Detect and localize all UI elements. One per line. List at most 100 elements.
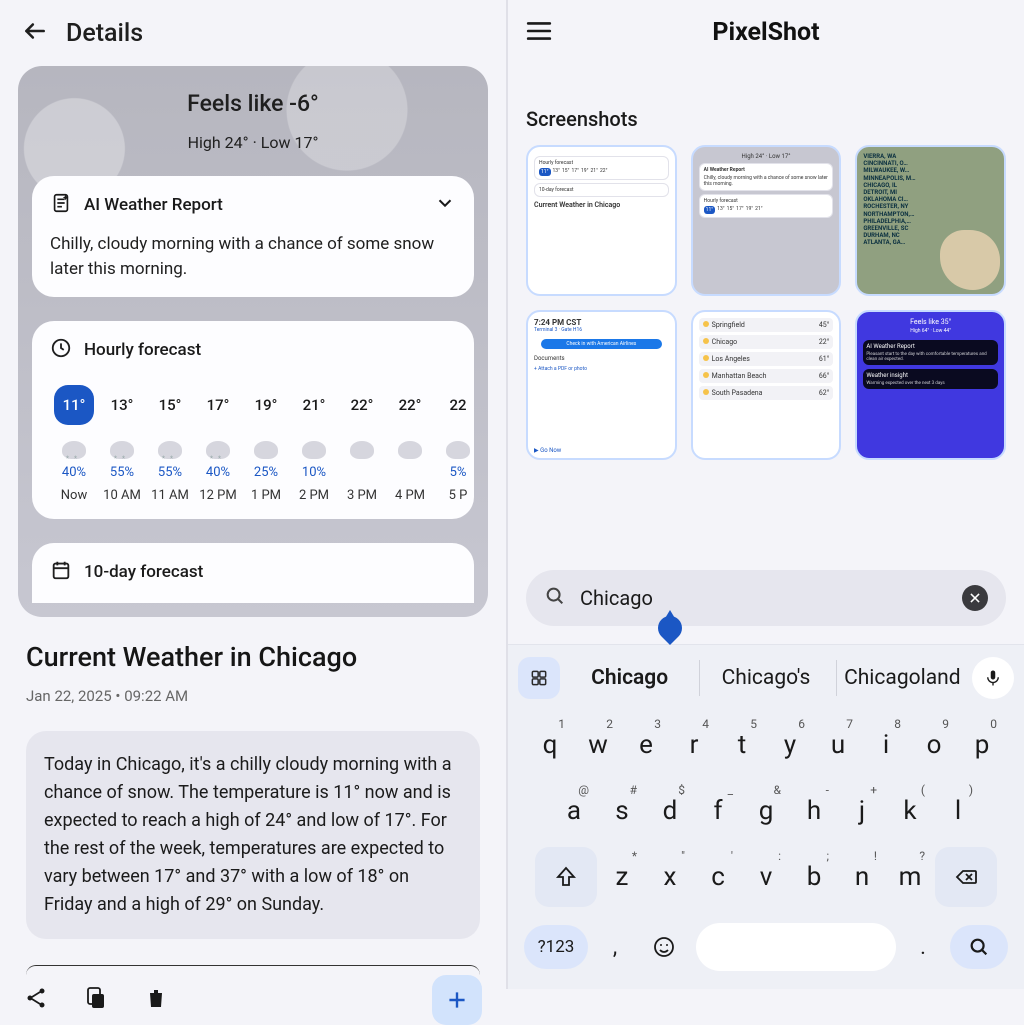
key-j[interactable]: +j <box>839 781 885 841</box>
screenshot-thumb[interactable]: Hourly forecast 11° 13°15°17°19°21°22° 1… <box>526 145 677 296</box>
menu-icon[interactable] <box>526 21 552 45</box>
key-h[interactable]: -h <box>791 781 837 841</box>
text-handle-icon[interactable] <box>658 614 682 638</box>
emoji-key[interactable] <box>642 917 686 977</box>
space-key[interactable] <box>696 923 896 971</box>
clear-button[interactable] <box>962 585 988 611</box>
hour-temp: 11° <box>54 385 94 425</box>
key-f[interactable]: _f <box>695 781 741 841</box>
keyboard: Chicago Chicago's Chicagoland 1q2w3e4r5t… <box>508 644 1024 989</box>
hour-col[interactable]: 15° 55% 11 AM <box>146 385 194 503</box>
weather-hero: Feels like -6° High 24° · Low 17° AI Wea… <box>18 66 488 617</box>
hour-precip <box>338 465 386 480</box>
clipboard-icon[interactable] <box>518 657 560 699</box>
ai-weather-card[interactable]: AI Weather Report Chilly, cloudy morning… <box>32 176 474 297</box>
hour-precip: 40% <box>194 465 242 480</box>
key-x[interactable]: "x <box>647 847 693 907</box>
comma-key[interactable]: , <box>598 917 632 977</box>
sparkle-doc-icon <box>50 192 72 218</box>
hour-temp: 19° <box>246 385 286 425</box>
key-k[interactable]: (k <box>887 781 933 841</box>
ai-card-title: AI Weather Report <box>84 195 223 215</box>
trash-icon[interactable] <box>144 986 168 1014</box>
key-i[interactable]: 8i <box>863 715 909 775</box>
key-g[interactable]: &g <box>743 781 789 841</box>
hour-precip: 40% <box>50 465 98 480</box>
chevron-down-icon[interactable] <box>434 192 456 218</box>
key-q[interactable]: 1q <box>527 715 573 775</box>
key-v[interactable]: :v <box>743 847 789 907</box>
cloud-icon <box>446 441 470 459</box>
backspace-key[interactable] <box>935 847 997 907</box>
key-y[interactable]: 6y <box>767 715 813 775</box>
key-l[interactable]: )l <box>935 781 981 841</box>
hour-col[interactable]: 22° 4 PM <box>386 385 434 503</box>
screenshot-thumb[interactable]: Springfield45°Chicago22°Los Angeles61°Ma… <box>691 310 842 461</box>
hour-label: 1 PM <box>242 488 290 503</box>
hour-col[interactable]: 21° 10% 2 PM <box>290 385 338 503</box>
key-m[interactable]: ?m <box>887 847 933 907</box>
key-w[interactable]: 2w <box>575 715 621 775</box>
suggestion[interactable]: Chicago's <box>699 660 831 696</box>
suggestion[interactable]: Chicagoland <box>836 660 968 696</box>
hour-col[interactable]: 17° 40% 12 PM <box>194 385 242 503</box>
period-key[interactable]: . <box>906 917 940 977</box>
hour-precip: 55% <box>98 465 146 480</box>
cloud-icon <box>302 441 326 459</box>
hour-label: 11 AM <box>146 488 194 503</box>
key-e[interactable]: 3e <box>623 715 669 775</box>
feels-like: Feels like -6° <box>32 90 474 117</box>
hour-col[interactable]: 13° 55% 10 AM <box>98 385 146 503</box>
key-p[interactable]: 0p <box>959 715 1005 775</box>
symbols-key[interactable]: ?123 <box>524 925 588 969</box>
calendar-icon <box>50 559 72 585</box>
key-u[interactable]: 7u <box>815 715 861 775</box>
key-s[interactable]: #s <box>599 781 645 841</box>
key-d[interactable]: $d <box>647 781 693 841</box>
cloud-icon <box>398 441 422 459</box>
hourly-forecast-card[interactable]: Hourly forecast 11° 40% Now13° 55% 10 AM… <box>32 321 474 519</box>
cloud-icon <box>350 441 374 459</box>
mic-icon[interactable] <box>972 657 1014 699</box>
hour-col[interactable]: 22° 3 PM <box>338 385 386 503</box>
key-o[interactable]: 9o <box>911 715 957 775</box>
tenday-forecast-card[interactable]: 10-day forecast <box>32 543 474 603</box>
next-card-peek <box>26 965 480 975</box>
key-a[interactable]: @a <box>551 781 597 841</box>
key-z[interactable]: *z <box>599 847 645 907</box>
hour-temp: 15° <box>150 385 190 425</box>
search-input[interactable]: Chicago <box>526 570 1006 626</box>
hour-label: 12 PM <box>194 488 242 503</box>
hour-temp: 17° <box>198 385 238 425</box>
add-button[interactable] <box>432 975 482 1025</box>
back-icon[interactable] <box>22 18 48 48</box>
hour-label: 10 AM <box>98 488 146 503</box>
search-key[interactable] <box>950 925 1008 969</box>
hour-precip: 25% <box>242 465 290 480</box>
hour-col[interactable]: 11° 40% Now <box>50 385 98 503</box>
article-summary: Today in Chicago, it's a chilly cloudy m… <box>26 731 480 938</box>
copy-icon[interactable] <box>84 986 108 1014</box>
key-c[interactable]: 'c <box>695 847 741 907</box>
hour-precip <box>386 465 434 480</box>
key-t[interactable]: 5t <box>719 715 765 775</box>
snow-cloud-icon <box>206 441 230 459</box>
shift-key[interactable] <box>535 847 597 907</box>
cloud-icon <box>254 441 278 459</box>
hour-col[interactable]: 19° 25% 1 PM <box>242 385 290 503</box>
hour-temp: 22° <box>390 385 430 425</box>
suggestion[interactable]: Chicago <box>564 660 695 696</box>
screenshot-thumb[interactable]: High 24° · Low 17° AI Weather Report Chi… <box>691 145 842 296</box>
screenshot-thumb[interactable]: Feels like 35° High 64° · Low 44° AI Wea… <box>855 310 1006 461</box>
key-b[interactable]: ;b <box>791 847 837 907</box>
key-n[interactable]: !n <box>839 847 885 907</box>
hour-col[interactable]: 22 5% 5 P <box>434 385 482 503</box>
article-timestamp: Jan 22, 2025 • 09:22 AM <box>26 687 480 705</box>
hourly-title: Hourly forecast <box>84 340 201 360</box>
share-icon[interactable] <box>24 986 48 1014</box>
key-r[interactable]: 4r <box>671 715 717 775</box>
hour-label: 4 PM <box>386 488 434 503</box>
screenshot-thumb[interactable]: VIERRA, WACINCINNATI, O…MILWAUKEE, W…MIN… <box>855 145 1006 296</box>
snow-cloud-icon <box>62 441 86 459</box>
screenshot-thumb[interactable]: 7:24 PM CST Terminal 3 · Gate H16 Check … <box>526 310 677 461</box>
